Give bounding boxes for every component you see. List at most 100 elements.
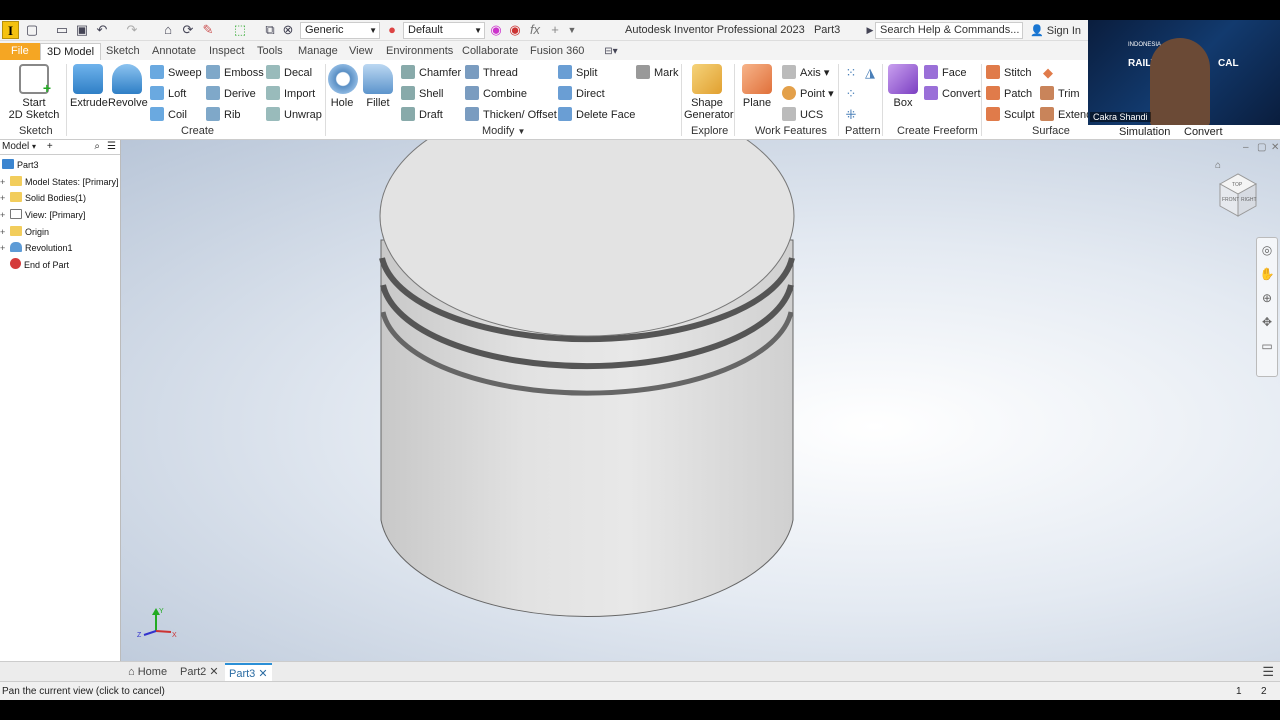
freeform-box-button[interactable]: Box: [886, 64, 920, 109]
piston-model[interactable]: [121, 140, 1280, 661]
tab-view[interactable]: View: [343, 43, 379, 60]
expand-icon[interactable]: +: [0, 190, 8, 206]
circular-pattern-icon[interactable]: ⁘: [843, 86, 859, 102]
tree-item-solid-bodies[interactable]: + Solid Bodies(1): [0, 190, 86, 206]
menu-icon[interactable]: ☰: [1262, 664, 1274, 680]
fillet-button[interactable]: Fillet: [362, 64, 394, 109]
parameters-icon[interactable]: fx: [527, 22, 543, 38]
draft-button[interactable]: Draft: [401, 107, 443, 121]
combine-button[interactable]: Combine: [465, 86, 527, 100]
expand-icon[interactable]: +: [0, 207, 8, 223]
appearance-combo[interactable]: Default ▼: [403, 22, 485, 39]
close-icon[interactable]: ✕: [258, 668, 267, 680]
trim-button[interactable]: Trim: [1040, 86, 1080, 100]
add-icon[interactable]: +: [47, 141, 53, 152]
sketch-pattern-icon[interactable]: ⁜: [843, 107, 859, 123]
tab-3d-model[interactable]: 3D Model: [40, 43, 102, 60]
direct-button[interactable]: Direct: [558, 86, 605, 100]
thicken-offset-button[interactable]: Thicken/ Offset: [465, 107, 557, 121]
close-icon[interactable]: ✕: [209, 666, 218, 678]
chevron-down-icon[interactable]: ▾: [32, 142, 36, 151]
delete-face-button[interactable]: Delete Face: [558, 107, 635, 121]
mirror-icon[interactable]: ◮: [862, 65, 878, 81]
inventor-logo-icon[interactable]: I: [2, 21, 19, 39]
save-icon[interactable]: ▣: [74, 22, 90, 38]
undo-icon[interactable]: ↶: [94, 22, 110, 38]
tree-item-end-of-part[interactable]: End of Part: [0, 257, 69, 273]
tab-manage[interactable]: Manage: [292, 43, 344, 60]
thread-button[interactable]: Thread: [465, 65, 518, 79]
tree-item-view[interactable]: + View: [Primary]: [0, 207, 85, 223]
close-doc-icon[interactable]: ⊗: [280, 22, 296, 38]
sign-in-button[interactable]: 👤 Sign In: [1030, 24, 1081, 37]
extrude-button[interactable]: Extrude: [70, 64, 108, 109]
plus-icon[interactable]: +: [547, 22, 563, 38]
tab-annotate[interactable]: Annotate: [146, 43, 202, 60]
plane-button[interactable]: Plane: [740, 64, 774, 109]
expand-icon[interactable]: +: [0, 240, 8, 256]
zoom-icon[interactable]: ⊕: [1257, 286, 1277, 310]
tab-part3[interactable]: Part3 ✕: [225, 663, 272, 681]
measure-icon[interactable]: ✎: [200, 22, 216, 38]
tab-tools[interactable]: Tools: [251, 43, 289, 60]
look-at-icon[interactable]: ▭: [1257, 334, 1277, 358]
expand-icon[interactable]: +: [0, 224, 8, 240]
tab-inspect[interactable]: Inspect: [203, 43, 250, 60]
pan-icon[interactable]: ✋: [1257, 262, 1277, 286]
ucs-button[interactable]: UCS: [782, 107, 823, 121]
browser-title[interactable]: Model: [2, 141, 29, 152]
start-2d-sketch-button[interactable]: + Start 2D Sketch: [8, 64, 60, 121]
tree-item-origin[interactable]: + Origin: [0, 224, 49, 240]
stitch-button[interactable]: Stitch: [986, 65, 1032, 79]
viewcube[interactable]: TOP FRONT RIGHT: [1216, 170, 1260, 220]
import-button[interactable]: Import: [266, 86, 315, 100]
tree-item-revolution1[interactable]: + Revolution1: [0, 240, 73, 256]
minimize-icon[interactable]: –: [1243, 142, 1249, 153]
point-button[interactable]: Point ▾: [782, 86, 834, 100]
orbit-icon[interactable]: ✥: [1257, 310, 1277, 334]
rectangular-pattern-icon[interactable]: ⁙: [843, 65, 859, 81]
split-button[interactable]: Split: [558, 65, 597, 79]
steering-wheel-icon[interactable]: ◎: [1257, 238, 1277, 262]
sweep-button[interactable]: Sweep: [150, 65, 202, 79]
shell-button[interactable]: Shell: [401, 86, 443, 100]
menu-icon[interactable]: ☰: [107, 140, 116, 154]
open-file-icon[interactable]: ▭: [54, 22, 70, 38]
freeform-face-button[interactable]: Face: [924, 65, 966, 79]
ruled-surface-icon[interactable]: ◆: [1040, 65, 1056, 81]
panel-title-modify[interactable]: Modify ▼: [482, 125, 525, 137]
panel-toggle-icon[interactable]: ⊟▾: [603, 44, 619, 60]
tree-item-model-states[interactable]: + Model States: [Primary]: [0, 174, 119, 190]
expand-icon[interactable]: +: [0, 174, 8, 190]
update-icon[interactable]: ⟳: [180, 22, 196, 38]
restore-icon[interactable]: ▢: [1257, 142, 1266, 153]
properties-icon[interactable]: ⧉: [262, 22, 278, 38]
loft-button[interactable]: Loft: [150, 86, 186, 100]
hole-button[interactable]: Hole: [328, 64, 358, 109]
freeform-convert-button[interactable]: Convert: [924, 86, 981, 100]
axis-button[interactable]: Axis ▾: [782, 65, 829, 79]
graphics-viewport[interactable]: X Z Y ⌂ TOP FRONT RIGHT ◎ ✋ ⊕ ✥ ▭ – ▢ ✕: [121, 140, 1280, 661]
rib-button[interactable]: Rib: [206, 107, 241, 121]
coil-button[interactable]: Coil: [150, 107, 187, 121]
close-icon[interactable]: ✕: [1271, 142, 1279, 153]
extend-button[interactable]: Extend: [1040, 107, 1092, 121]
select-icon[interactable]: ⬚: [232, 22, 248, 38]
unwrap-button[interactable]: Unwrap: [266, 107, 322, 121]
shape-generator-button[interactable]: Shape Generator: [684, 64, 734, 121]
tab-sketch[interactable]: Sketch: [100, 43, 146, 60]
tab-environments[interactable]: Environments: [380, 43, 459, 60]
redo-icon[interactable]: ↷: [124, 22, 140, 38]
tab-fusion-360[interactable]: Fusion 360: [524, 43, 590, 60]
derive-button[interactable]: Derive: [206, 86, 256, 100]
tab-collaborate[interactable]: Collaborate: [456, 43, 524, 60]
emboss-button[interactable]: Emboss: [206, 65, 264, 79]
tab-file[interactable]: File: [0, 43, 40, 60]
clear-appearance-icon[interactable]: ◉: [507, 22, 523, 38]
search-input[interactable]: Search Help & Commands...: [875, 22, 1023, 39]
adjust-appearance-icon[interactable]: ◉: [488, 22, 504, 38]
mark-button[interactable]: Mark: [636, 65, 678, 79]
new-file-icon[interactable]: ▢: [24, 22, 40, 38]
sculpt-button[interactable]: Sculpt: [986, 107, 1035, 121]
tab-home[interactable]: ⌂ Home: [124, 663, 171, 681]
